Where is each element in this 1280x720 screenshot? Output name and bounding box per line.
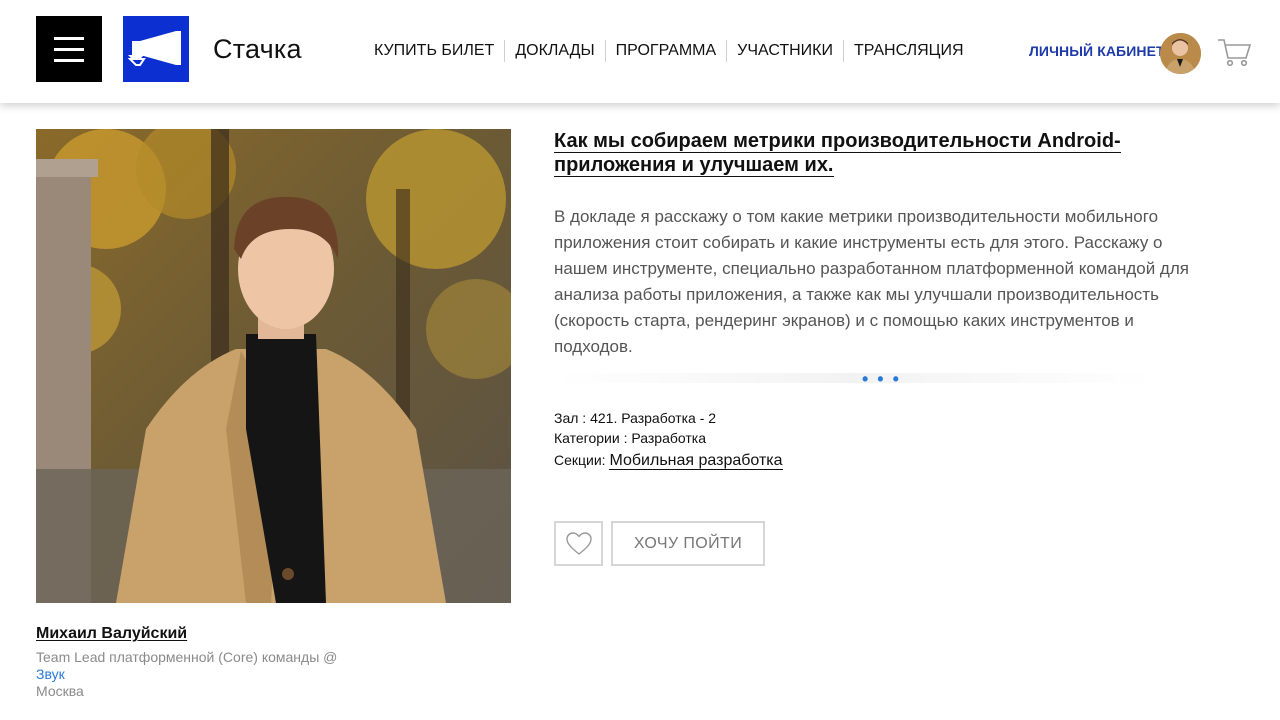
personal-cabinet-link[interactable]: ЛИЧНЫЙ КАБИНЕТ (1029, 43, 1165, 59)
talk-categories: Категории : Разработка (554, 430, 706, 446)
talk-sections: Секции: Мобильная разработка (554, 450, 783, 471)
talk-title: Как мы собираем метрики производительнос… (554, 129, 1154, 177)
heart-icon (565, 531, 592, 555)
nav-item-buy-ticket[interactable]: КУПИТЬ БИЛЕТ (364, 40, 506, 62)
brand-name[interactable]: Стачка (213, 34, 302, 65)
talk-description: В докладе я расскажу о том какие метрики… (554, 207, 1189, 356)
nav-item-broadcast[interactable]: ТРАНСЛЯЦИЯ (844, 40, 974, 62)
description-fade (554, 373, 1154, 383)
show-more-button[interactable]: • • • (862, 370, 901, 388)
avatar[interactable] (1160, 33, 1201, 74)
talk-hall: Зал : 421. Разработка - 2 (554, 410, 717, 426)
main-nav: КУПИТЬ БИЛЕТ ДОКЛАДЫ ПРОГРАММА УЧАСТНИКИ… (364, 40, 974, 62)
speaker-city: Москва (36, 683, 84, 699)
section-link[interactable]: Мобильная разработка (609, 452, 783, 470)
speaker-role: Team Lead платформенной (Core) команды @ (36, 649, 338, 665)
hamburger-icon[interactable] (36, 16, 102, 82)
talk-title-link[interactable]: Как мы собираем метрики производительнос… (554, 130, 1121, 177)
speaker-company-link[interactable]: Звук (36, 666, 65, 683)
cart-icon[interactable] (1216, 36, 1252, 68)
speaker-name-link[interactable]: Михаил Валуйский (36, 625, 187, 643)
site-header: Стачка КУПИТЬ БИЛЕТ ДОКЛАДЫ ПРОГРАММА УЧ… (0, 0, 1280, 103)
megaphone-icon[interactable] (123, 16, 189, 82)
nav-item-talks[interactable]: ДОКЛАДЫ (505, 40, 606, 62)
speaker-photo (36, 129, 511, 603)
want-to-go-button[interactable]: ХОЧУ ПОЙТИ (611, 521, 765, 566)
nav-item-participants[interactable]: УЧАСТНИКИ (727, 40, 844, 62)
favorite-button[interactable] (554, 521, 603, 566)
sections-label: Секции: (554, 452, 606, 468)
nav-item-program[interactable]: ПРОГРАММА (606, 40, 728, 62)
